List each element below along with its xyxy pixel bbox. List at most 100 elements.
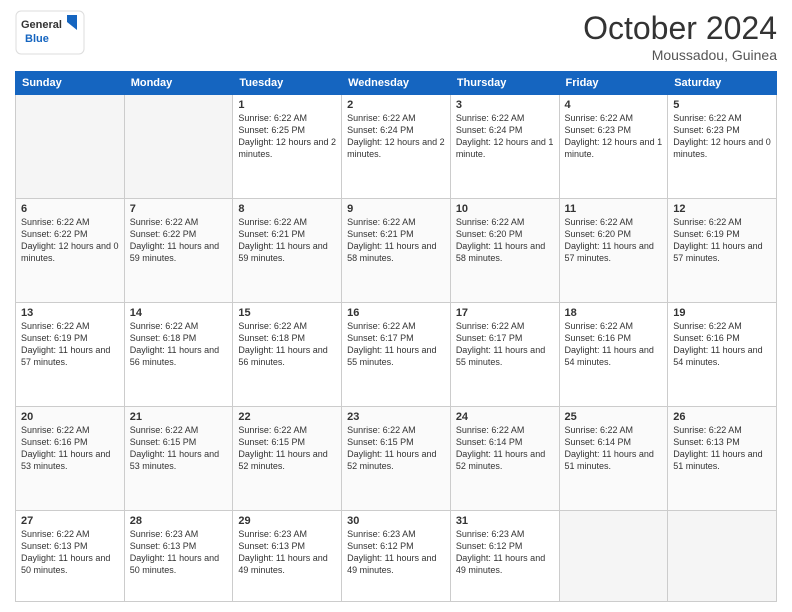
day-cell-22: 22 Sunrise: 6:22 AM Sunset: 6:15 PM Dayl… <box>233 406 342 510</box>
month-title: October 2024 <box>583 10 777 47</box>
day-cell-31: 31 Sunrise: 6:23 AM Sunset: 6:12 PM Dayl… <box>450 510 559 601</box>
day-info: Sunrise: 6:22 AM Sunset: 6:19 PM Dayligh… <box>21 320 119 369</box>
day-number: 26 <box>673 411 771 423</box>
empty-cell <box>16 95 125 199</box>
day-info: Sunrise: 6:22 AM Sunset: 6:22 PM Dayligh… <box>21 216 119 265</box>
calendar: SundayMondayTuesdayWednesdayThursdayFrid… <box>15 71 777 602</box>
day-number: 23 <box>347 411 445 423</box>
day-cell-27: 27 Sunrise: 6:22 AM Sunset: 6:13 PM Dayl… <box>16 510 125 601</box>
day-info: Sunrise: 6:22 AM Sunset: 6:15 PM Dayligh… <box>130 424 228 473</box>
day-info: Sunrise: 6:22 AM Sunset: 6:17 PM Dayligh… <box>347 320 445 369</box>
day-info: Sunrise: 6:22 AM Sunset: 6:19 PM Dayligh… <box>673 216 771 265</box>
day-info: Sunrise: 6:23 AM Sunset: 6:13 PM Dayligh… <box>238 528 336 577</box>
day-number: 2 <box>347 99 445 111</box>
day-cell-7: 7 Sunrise: 6:22 AM Sunset: 6:22 PM Dayli… <box>124 198 233 302</box>
col-header-friday: Friday <box>559 72 668 95</box>
day-number: 4 <box>565 99 663 111</box>
day-info: Sunrise: 6:23 AM Sunset: 6:13 PM Dayligh… <box>130 528 228 577</box>
day-cell-17: 17 Sunrise: 6:22 AM Sunset: 6:17 PM Dayl… <box>450 302 559 406</box>
day-info: Sunrise: 6:22 AM Sunset: 6:16 PM Dayligh… <box>21 424 119 473</box>
day-info: Sunrise: 6:22 AM Sunset: 6:17 PM Dayligh… <box>456 320 554 369</box>
day-cell-30: 30 Sunrise: 6:23 AM Sunset: 6:12 PM Dayl… <box>342 510 451 601</box>
day-cell-15: 15 Sunrise: 6:22 AM Sunset: 6:18 PM Dayl… <box>233 302 342 406</box>
week-row-1: 1 Sunrise: 6:22 AM Sunset: 6:25 PM Dayli… <box>16 95 777 199</box>
day-cell-5: 5 Sunrise: 6:22 AM Sunset: 6:23 PM Dayli… <box>668 95 777 199</box>
day-info: Sunrise: 6:22 AM Sunset: 6:23 PM Dayligh… <box>673 112 771 161</box>
day-cell-9: 9 Sunrise: 6:22 AM Sunset: 6:21 PM Dayli… <box>342 198 451 302</box>
day-cell-20: 20 Sunrise: 6:22 AM Sunset: 6:16 PM Dayl… <box>16 406 125 510</box>
day-number: 30 <box>347 515 445 527</box>
day-cell-24: 24 Sunrise: 6:22 AM Sunset: 6:14 PM Dayl… <box>450 406 559 510</box>
week-row-2: 6 Sunrise: 6:22 AM Sunset: 6:22 PM Dayli… <box>16 198 777 302</box>
day-cell-25: 25 Sunrise: 6:22 AM Sunset: 6:14 PM Dayl… <box>559 406 668 510</box>
day-info: Sunrise: 6:22 AM Sunset: 6:14 PM Dayligh… <box>456 424 554 473</box>
day-number: 20 <box>21 411 119 423</box>
day-info: Sunrise: 6:23 AM Sunset: 6:12 PM Dayligh… <box>456 528 554 577</box>
day-info: Sunrise: 6:22 AM Sunset: 6:20 PM Dayligh… <box>456 216 554 265</box>
day-info: Sunrise: 6:22 AM Sunset: 6:16 PM Dayligh… <box>565 320 663 369</box>
day-number: 1 <box>238 99 336 111</box>
day-number: 28 <box>130 515 228 527</box>
day-info: Sunrise: 6:22 AM Sunset: 6:15 PM Dayligh… <box>347 424 445 473</box>
day-cell-26: 26 Sunrise: 6:22 AM Sunset: 6:13 PM Dayl… <box>668 406 777 510</box>
location: Moussadou, Guinea <box>583 47 777 63</box>
day-number: 19 <box>673 307 771 319</box>
day-number: 17 <box>456 307 554 319</box>
svg-text:Blue: Blue <box>25 33 49 45</box>
title-block: October 2024 Moussadou, Guinea <box>583 10 777 63</box>
day-cell-13: 13 Sunrise: 6:22 AM Sunset: 6:19 PM Dayl… <box>16 302 125 406</box>
day-info: Sunrise: 6:22 AM Sunset: 6:21 PM Dayligh… <box>347 216 445 265</box>
day-info: Sunrise: 6:22 AM Sunset: 6:16 PM Dayligh… <box>673 320 771 369</box>
day-number: 14 <box>130 307 228 319</box>
logo-svg: General Blue <box>15 10 85 55</box>
col-header-sunday: Sunday <box>16 72 125 95</box>
day-info: Sunrise: 6:22 AM Sunset: 6:14 PM Dayligh… <box>565 424 663 473</box>
day-number: 31 <box>456 515 554 527</box>
day-number: 15 <box>238 307 336 319</box>
day-cell-11: 11 Sunrise: 6:22 AM Sunset: 6:20 PM Dayl… <box>559 198 668 302</box>
day-cell-21: 21 Sunrise: 6:22 AM Sunset: 6:15 PM Dayl… <box>124 406 233 510</box>
day-cell-16: 16 Sunrise: 6:22 AM Sunset: 6:17 PM Dayl… <box>342 302 451 406</box>
day-number: 11 <box>565 203 663 215</box>
empty-cell <box>124 95 233 199</box>
day-info: Sunrise: 6:22 AM Sunset: 6:18 PM Dayligh… <box>238 320 336 369</box>
day-info: Sunrise: 6:22 AM Sunset: 6:24 PM Dayligh… <box>456 112 554 161</box>
day-number: 27 <box>21 515 119 527</box>
day-cell-2: 2 Sunrise: 6:22 AM Sunset: 6:24 PM Dayli… <box>342 95 451 199</box>
day-cell-28: 28 Sunrise: 6:23 AM Sunset: 6:13 PM Dayl… <box>124 510 233 601</box>
day-number: 18 <box>565 307 663 319</box>
day-cell-12: 12 Sunrise: 6:22 AM Sunset: 6:19 PM Dayl… <box>668 198 777 302</box>
header-row: SundayMondayTuesdayWednesdayThursdayFrid… <box>16 72 777 95</box>
day-cell-8: 8 Sunrise: 6:22 AM Sunset: 6:21 PM Dayli… <box>233 198 342 302</box>
day-number: 22 <box>238 411 336 423</box>
day-number: 5 <box>673 99 771 111</box>
day-info: Sunrise: 6:23 AM Sunset: 6:12 PM Dayligh… <box>347 528 445 577</box>
day-cell-3: 3 Sunrise: 6:22 AM Sunset: 6:24 PM Dayli… <box>450 95 559 199</box>
day-cell-19: 19 Sunrise: 6:22 AM Sunset: 6:16 PM Dayl… <box>668 302 777 406</box>
svg-text:General: General <box>21 19 62 31</box>
day-cell-23: 23 Sunrise: 6:22 AM Sunset: 6:15 PM Dayl… <box>342 406 451 510</box>
day-number: 8 <box>238 203 336 215</box>
empty-cell <box>559 510 668 601</box>
day-cell-14: 14 Sunrise: 6:22 AM Sunset: 6:18 PM Dayl… <box>124 302 233 406</box>
header: General Blue October 2024 Moussadou, Gui… <box>15 10 777 63</box>
col-header-tuesday: Tuesday <box>233 72 342 95</box>
day-number: 6 <box>21 203 119 215</box>
day-info: Sunrise: 6:22 AM Sunset: 6:21 PM Dayligh… <box>238 216 336 265</box>
day-info: Sunrise: 6:22 AM Sunset: 6:22 PM Dayligh… <box>130 216 228 265</box>
day-cell-4: 4 Sunrise: 6:22 AM Sunset: 6:23 PM Dayli… <box>559 95 668 199</box>
day-number: 21 <box>130 411 228 423</box>
day-info: Sunrise: 6:22 AM Sunset: 6:13 PM Dayligh… <box>21 528 119 577</box>
day-info: Sunrise: 6:22 AM Sunset: 6:25 PM Dayligh… <box>238 112 336 161</box>
day-number: 16 <box>347 307 445 319</box>
day-info: Sunrise: 6:22 AM Sunset: 6:20 PM Dayligh… <box>565 216 663 265</box>
empty-cell <box>668 510 777 601</box>
page: General Blue October 2024 Moussadou, Gui… <box>0 0 792 612</box>
day-number: 3 <box>456 99 554 111</box>
day-info: Sunrise: 6:22 AM Sunset: 6:24 PM Dayligh… <box>347 112 445 161</box>
day-number: 24 <box>456 411 554 423</box>
week-row-5: 27 Sunrise: 6:22 AM Sunset: 6:13 PM Dayl… <box>16 510 777 601</box>
day-number: 25 <box>565 411 663 423</box>
day-info: Sunrise: 6:22 AM Sunset: 6:13 PM Dayligh… <box>673 424 771 473</box>
day-cell-10: 10 Sunrise: 6:22 AM Sunset: 6:20 PM Dayl… <box>450 198 559 302</box>
